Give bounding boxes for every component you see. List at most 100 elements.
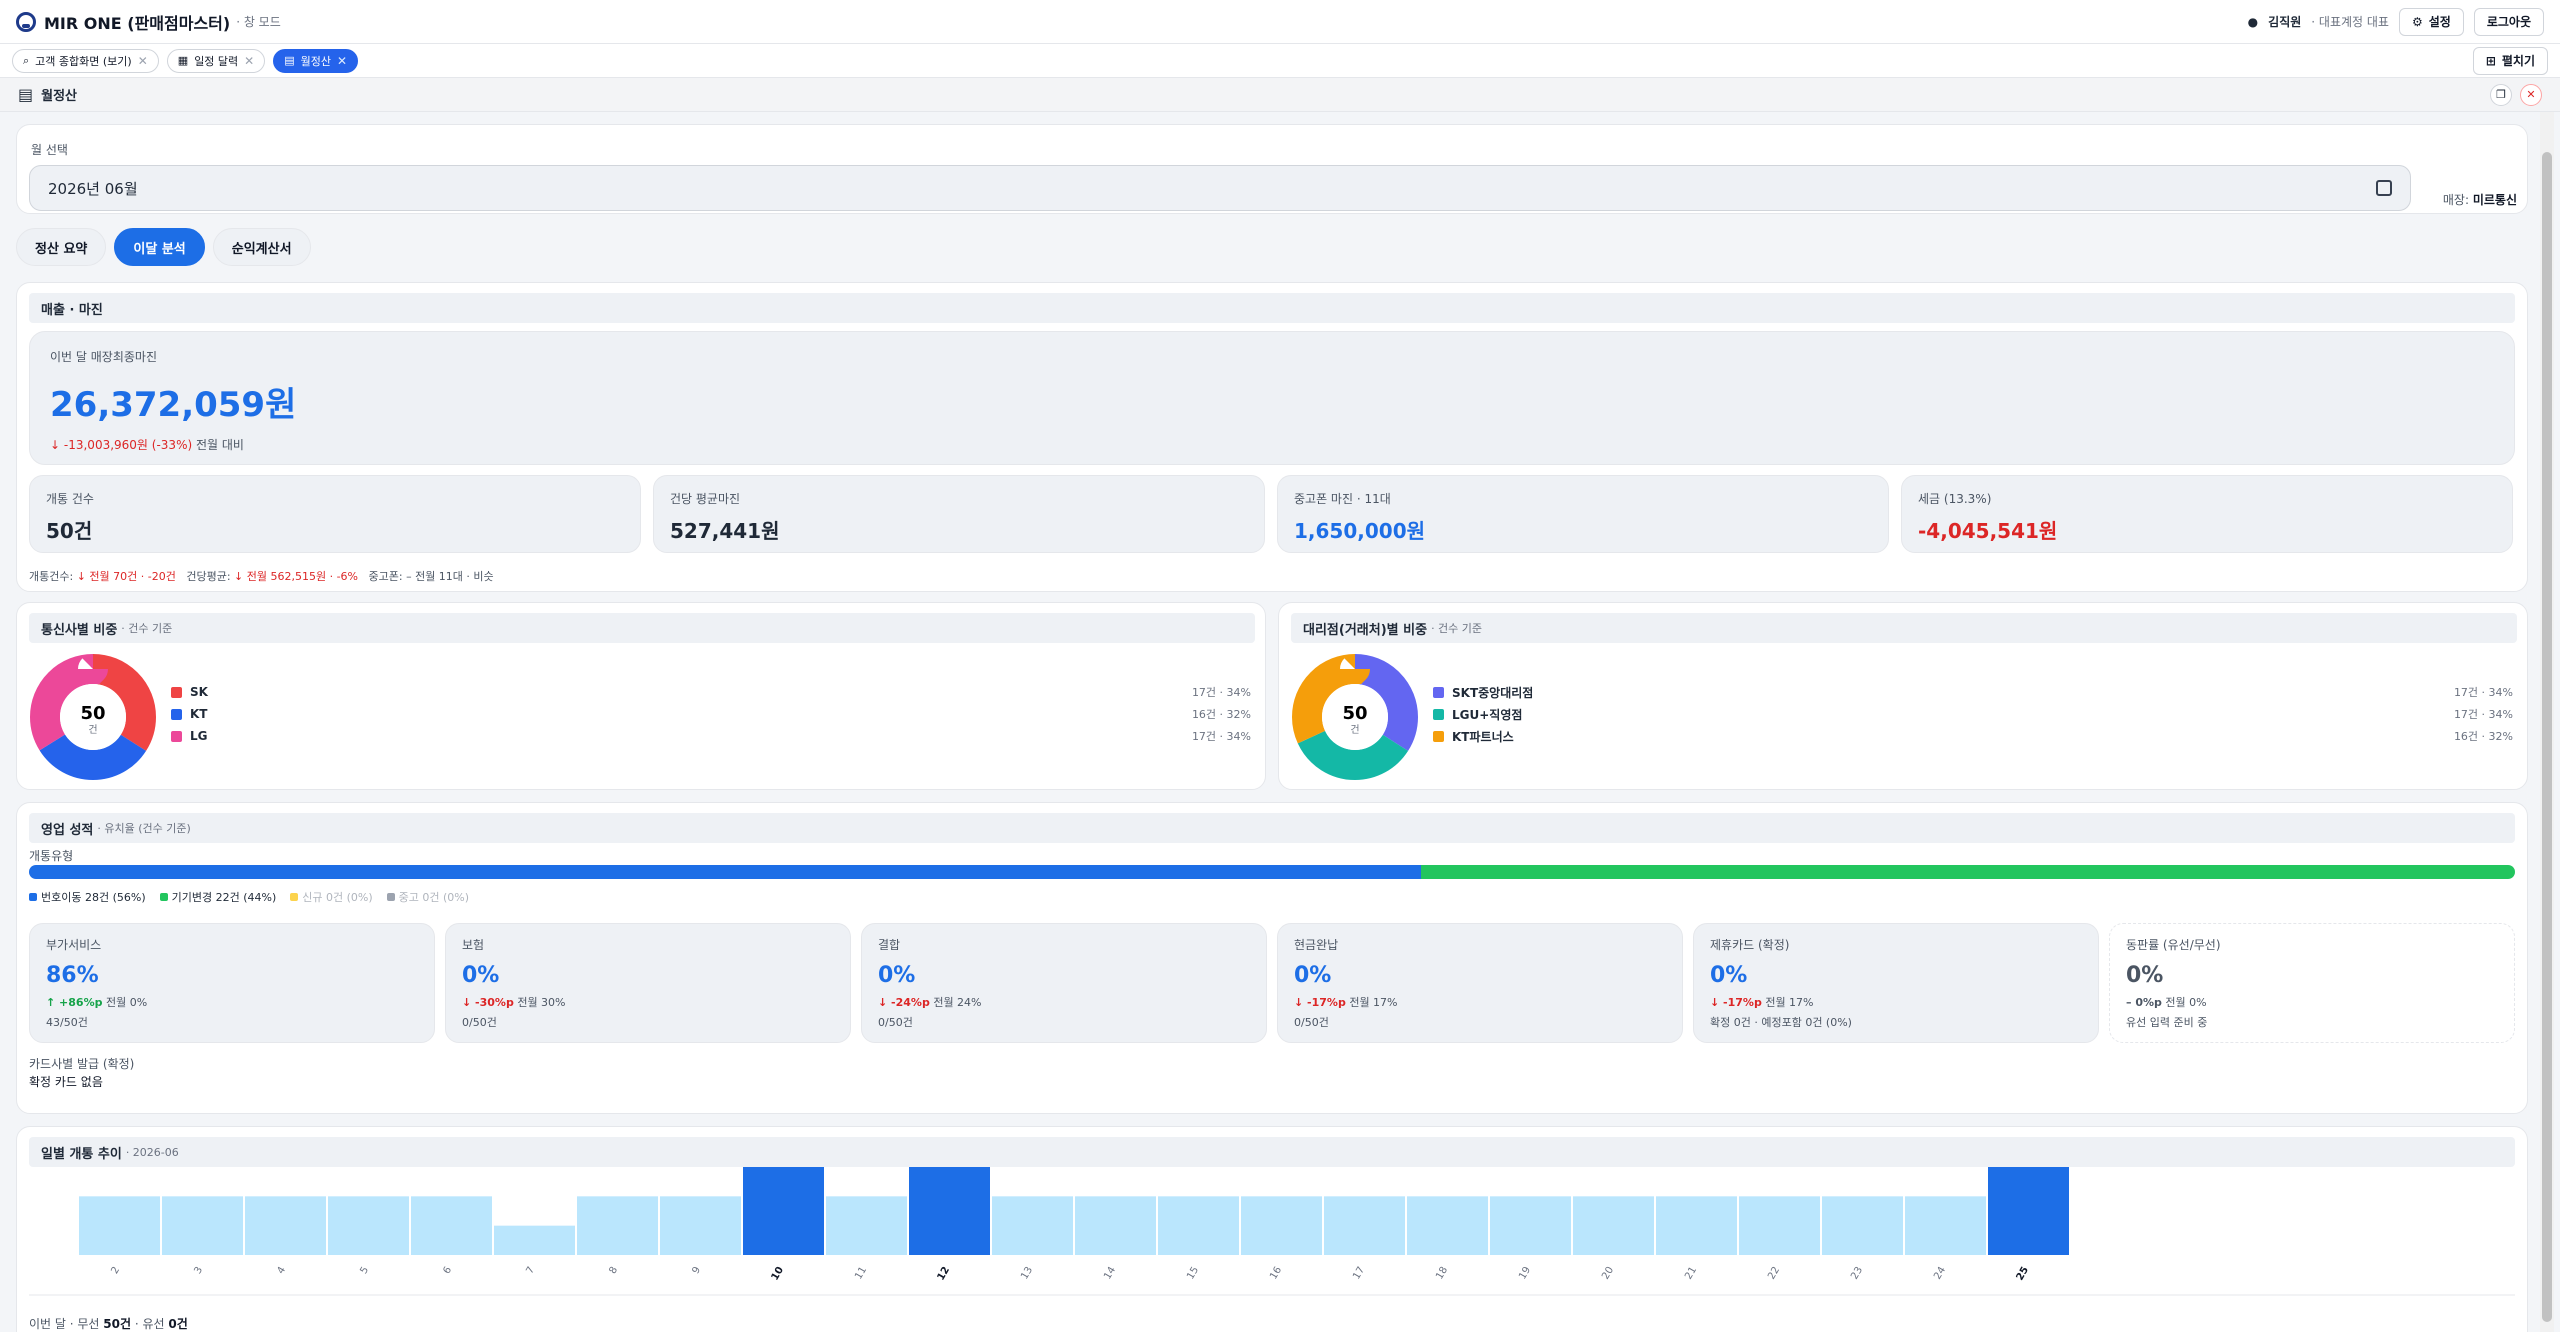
- x-tick-label: 18: [1434, 1265, 1450, 1282]
- main-content: 월 선택 2026년 06월 매장: 미르통신 정산 요약 이달 분석 순익계산…: [16, 112, 2528, 1332]
- daily-bar: [1573, 1196, 1654, 1255]
- settings-label: 설정: [2428, 15, 2451, 29]
- legend-name: SK: [190, 685, 208, 699]
- expand-button[interactable]: ⊞ 펼치기: [2472, 46, 2548, 75]
- daily-bar: [1739, 1196, 1820, 1255]
- daily-bar: [1656, 1196, 1737, 1255]
- tab-customer-overview[interactable]: ⌕ 고객 종합화면 (보기) ✕: [12, 48, 159, 73]
- card-issue-label: 카드사별 발급 (확정): [29, 1057, 135, 1071]
- user-role: · 대표계정 대표: [2311, 15, 2389, 29]
- restore-button[interactable]: ❐: [2490, 83, 2512, 106]
- kpi-value: 527,441원: [670, 519, 780, 543]
- rate-card: 부가서비스 86% ↑ +86%p 전월 0% 43/50건: [29, 923, 435, 1043]
- window-titlebar: ▤ 월정산 ❐ ✕: [0, 78, 2560, 112]
- app-header: MIR ONE (판매점마스터) · 창 모드 ● 김직원 · 대표계정 대표 …: [0, 0, 2560, 44]
- daily-bar: [660, 1196, 741, 1255]
- settings-button[interactable]: ⚙ 설정: [2398, 7, 2464, 36]
- legend-name: LGU+직영점: [1452, 707, 1523, 722]
- footer-label: 이번 달 · 무선: [29, 1317, 100, 1331]
- x-tick-label: 16: [1268, 1265, 1284, 1282]
- compare-label: 중고폰:: [368, 570, 403, 583]
- logout-button[interactable]: 로그아웃: [2473, 7, 2544, 36]
- legend-swatch: [171, 730, 182, 742]
- rate-card: 결합 0% ↓ -24%p 전월 24% 0/50건: [861, 923, 1267, 1043]
- tab-bar: ⌕ 고객 종합화면 (보기) ✕ ▦ 일정 달력 ✕ ▤ 월정산 ✕ ⊞ 펼치기: [0, 44, 2560, 78]
- rate-sub: 0/50건: [462, 1016, 497, 1029]
- x-tick-label: 14: [1102, 1265, 1118, 1282]
- document-icon: ▤: [18, 85, 34, 104]
- close-icon[interactable]: ✕: [138, 54, 148, 68]
- legend-count: 17건 · 34%: [2453, 708, 2513, 721]
- calendar-icon[interactable]: [2376, 180, 2392, 196]
- rate-label: 부가서비스: [46, 938, 102, 952]
- calendar-icon: ▦: [177, 54, 189, 67]
- type-bar-segment: [29, 865, 1422, 879]
- delta-prev: 전월 0%: [2161, 996, 2207, 1009]
- daily-bar: [328, 1196, 409, 1255]
- legend-item: LG 17건 · 34%: [171, 725, 1251, 747]
- tab-analysis[interactable]: 이달 분석: [114, 228, 205, 266]
- app-title: MIR ONE (판매점마스터): [44, 13, 231, 33]
- sales-performance-card: 영업 성적 · 유치율 (건수 기준) 개통유형 번호이동 28건 (56%) 기기…: [16, 802, 2528, 1114]
- tab-summary[interactable]: 정산 요약: [16, 228, 107, 266]
- x-tick-label: 19: [1517, 1265, 1533, 1282]
- carrier-donut: 50 건: [29, 653, 157, 781]
- kpi-value: 1,650,000원: [1294, 519, 1426, 543]
- gear-icon: ⚙: [2411, 14, 2423, 29]
- compare-label: 건당평균:: [186, 570, 231, 583]
- x-tick-label: 25: [2015, 1265, 2032, 1283]
- sales-margin-card: 매출 · 마진 이번 달 매장최종마진 26,372,059원 ↓ -13,00…: [16, 282, 2528, 592]
- hero-label: 이번 달 매장최종마진: [50, 350, 157, 364]
- section-title-text: 대리점(거래처)별 비중: [1303, 622, 1428, 638]
- rate-value: 0%: [2126, 963, 2164, 988]
- legend-name: KT: [190, 707, 208, 721]
- rate-value: 0%: [1710, 963, 1748, 988]
- delta-value: -13,003,960원 (-33%): [63, 438, 193, 452]
- carrier-legend: SK 17건 · 34% KT 16건 · 32% LG 17건 · 34%: [171, 681, 1251, 747]
- close-icon[interactable]: ✕: [244, 54, 254, 68]
- footer-wireless: 50건: [103, 1317, 132, 1331]
- month-input[interactable]: 2026년 06월: [29, 165, 2411, 211]
- close-icon[interactable]: ✕: [337, 54, 347, 68]
- type-legend: 번호이동 28건 (56%) 기기변경 22건 (44%) 신규 0건 (0%) 중고…: [29, 889, 469, 905]
- document-icon: ▤: [284, 54, 295, 67]
- daily-bar: [992, 1196, 1073, 1255]
- legend-label: 기기변경 22건 (44%): [171, 891, 277, 904]
- rate-delta: ↑ +86%p 전월 0%: [46, 994, 418, 1010]
- rate-card: 현금완납 0% ↓ -17%p 전월 17% 0/50건: [1277, 923, 1683, 1043]
- daily-trend-card: 일별 개통 추이 · 2026-06 2 3 4 5 6 7 8 9 10 11 12 13 14 15 16…: [16, 1126, 2528, 1332]
- x-tick-label: 17: [1351, 1265, 1367, 1282]
- delta-suffix: 전월 대비: [195, 438, 244, 452]
- close-window-button[interactable]: ✕: [2520, 83, 2542, 106]
- daily-bar: [1241, 1196, 1322, 1255]
- tab-monthly-settlement[interactable]: ▤ 월정산 ✕: [273, 48, 359, 73]
- search-icon: ⌕: [23, 53, 30, 67]
- carrier-share-card: 통신사별 비중 · 건수 기준 50 건 SK 17건 · 34% KT 16건 · 32…: [16, 602, 1266, 790]
- legend-swatch: [1433, 708, 1444, 720]
- scrollbar[interactable]: [2540, 112, 2554, 1332]
- legend-swatch: [1433, 686, 1444, 698]
- type-legend-item: 기기변경 22건 (44%): [159, 889, 277, 905]
- legend-name: SKT중앙대리점: [1452, 685, 1534, 700]
- donut-total: 50: [80, 703, 105, 724]
- rate-sub: 0/50건: [1294, 1016, 1329, 1029]
- legend-name: KT파트너스: [1452, 729, 1514, 744]
- month-selector-card: 월 선택 2026년 06월 매장: 미르통신: [16, 124, 2528, 214]
- x-tick-label: 21: [1683, 1265, 1699, 1282]
- restore-icon: ❐: [2496, 88, 2506, 101]
- daily-bar: [909, 1167, 990, 1255]
- grid-icon: ⊞: [2485, 53, 2496, 68]
- compare-value: – 전월 11대 · 비슷: [406, 570, 494, 583]
- compare-value: ↓ 전월 70건 · -20건: [76, 570, 176, 583]
- rate-delta: ↓ -17%p 전월 17%: [1294, 994, 1666, 1010]
- scrollbar-thumb[interactable]: [2542, 152, 2552, 1322]
- kpi-label: 개통 건수: [46, 492, 94, 506]
- legend-label: 신규 0건 (0%): [302, 891, 373, 904]
- legend-item: SK 17건 · 34%: [171, 681, 1251, 703]
- tab-profit-statement[interactable]: 순익계산서: [212, 228, 311, 266]
- x-tick-label: 10: [770, 1265, 787, 1283]
- tab-calendar[interactable]: ▦ 일정 달력 ✕: [166, 48, 266, 73]
- kpi-card: 건당 평균마진 527,441원: [653, 475, 1265, 553]
- rate-delta: – 0%p 전월 0%: [2126, 994, 2498, 1010]
- user-name: 김직원: [2268, 15, 2302, 29]
